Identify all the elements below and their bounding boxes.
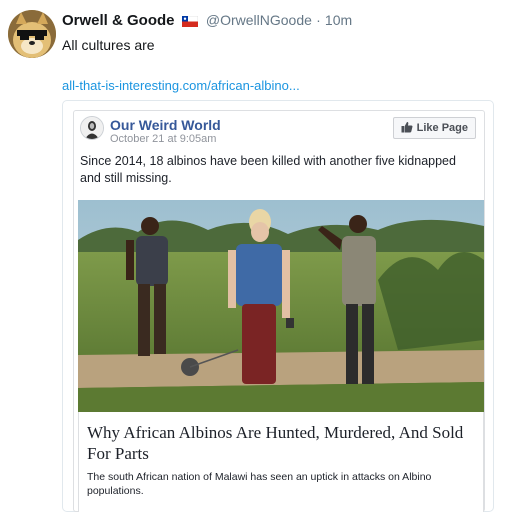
post-date[interactable]: October 21 at 9:05am [110, 133, 216, 145]
tweet-link[interactable]: all-that-is-interesting.com/african-albi… [62, 78, 300, 93]
facebook-post-embed[interactable]: Our Weird World October 21 at 9:05am Lik… [73, 110, 485, 512]
like-page-label: Like Page [416, 122, 468, 134]
article-title[interactable]: Why African Albinos Are Hunted, Murdered… [87, 422, 467, 464]
tweet-timestamp[interactable]: 10m [325, 12, 352, 28]
page-name[interactable]: Our Weird World [110, 117, 221, 133]
article-photo[interactable] [78, 200, 484, 412]
user-handle[interactable]: @OrwellNGoode [206, 12, 312, 28]
tweet-text: All cultures are [62, 37, 155, 53]
page-avatar[interactable] [80, 116, 104, 140]
tweet-header: Orwell & Goode @OrwellNGoode · 10m [62, 12, 352, 31]
user-avatar[interactable] [8, 10, 56, 58]
chile-flag-icon [181, 14, 198, 31]
article-preview[interactable]: Why African Albinos Are Hunted, Murdered… [78, 412, 484, 512]
display-name[interactable]: Orwell & Goode [62, 12, 175, 29]
post-text: Since 2014, 18 albinos have been killed … [80, 154, 456, 185]
separator-dot: · [316, 12, 321, 28]
article-description: The south African nation of Malawi has s… [87, 471, 432, 497]
like-page-button[interactable]: Like Page [392, 117, 476, 139]
link-card[interactable]: Our Weird World October 21 at 9:05am Lik… [62, 100, 494, 512]
thumbs-up-icon [401, 121, 413, 136]
